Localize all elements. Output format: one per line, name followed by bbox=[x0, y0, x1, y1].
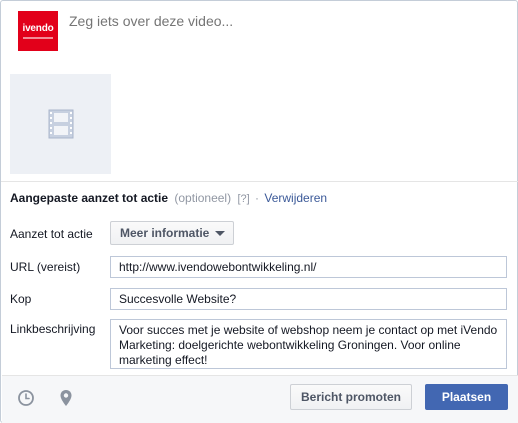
location-pin-icon[interactable] bbox=[59, 389, 73, 407]
brand-logo-text: ivendo bbox=[22, 22, 54, 34]
url-field[interactable] bbox=[110, 256, 507, 278]
optional-label: (optioneel) bbox=[174, 191, 232, 205]
action-select-value: Meer informatie bbox=[120, 226, 210, 240]
separator-dot: · bbox=[255, 191, 260, 205]
remove-cta-link[interactable]: Verwijderen bbox=[264, 191, 327, 205]
video-thumbnail[interactable] bbox=[10, 74, 111, 174]
headline-label: Kop bbox=[10, 292, 32, 306]
url-label: URL (vereist) bbox=[10, 260, 81, 274]
cta-title: Aangepaste aanzet tot actie bbox=[10, 191, 169, 205]
action-label: Aanzet tot actie bbox=[10, 227, 93, 241]
section-divider bbox=[1, 181, 518, 182]
status-input[interactable] bbox=[69, 13, 489, 29]
help-link[interactable]: [?] bbox=[237, 193, 249, 205]
page-avatar[interactable]: ivendo bbox=[18, 11, 58, 51]
clock-icon[interactable] bbox=[17, 389, 35, 407]
brand-logo-underline bbox=[23, 36, 53, 39]
cta-header: Aangepaste aanzet tot actie (optioneel) … bbox=[10, 191, 327, 205]
caret-down-icon bbox=[215, 230, 226, 236]
post-button[interactable]: Plaatsen bbox=[425, 384, 508, 410]
headline-field[interactable] bbox=[110, 288, 507, 310]
description-label: Linkbeschrijving bbox=[10, 322, 96, 336]
post-composer: ivendo Aangepaste aanzet tot actie (opti… bbox=[0, 0, 518, 423]
link-description-field[interactable]: Voor succes met je website of webshop ne… bbox=[110, 319, 507, 369]
film-strip-icon bbox=[48, 109, 73, 139]
promote-post-button[interactable]: Bericht promoten bbox=[290, 384, 413, 410]
action-select-button[interactable]: Meer informatie bbox=[110, 221, 235, 245]
